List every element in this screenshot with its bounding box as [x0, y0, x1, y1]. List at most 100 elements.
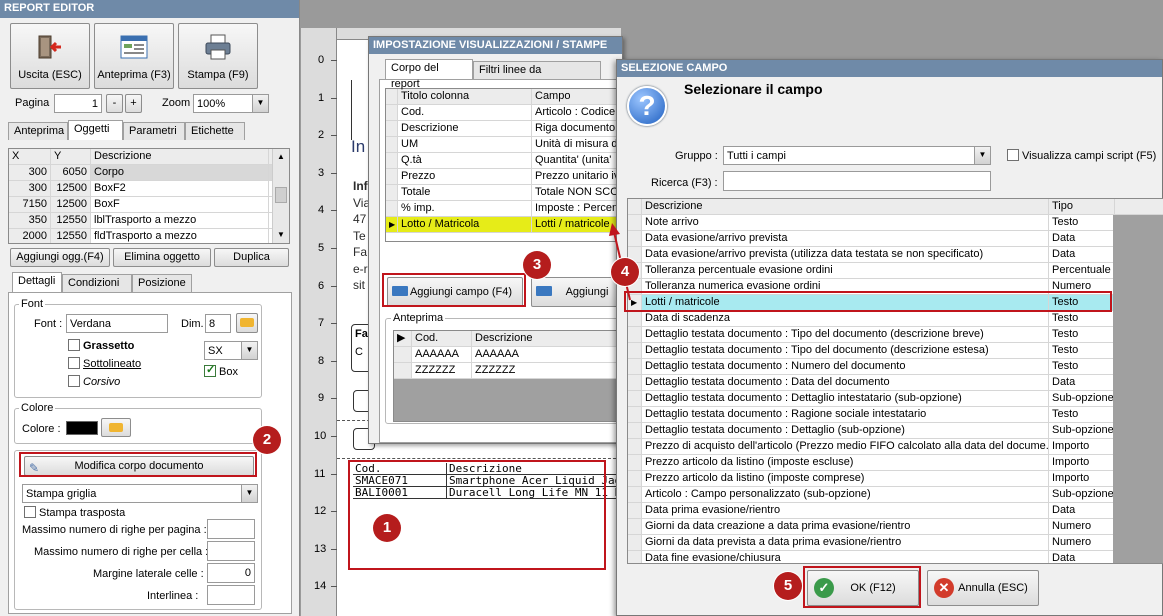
scroll-down-icon[interactable]: ▼	[273, 227, 289, 243]
table-row[interactable]: Descrizione Riga documento	[386, 121, 623, 137]
checkbox-box[interactable]	[68, 339, 80, 352]
table-row[interactable]: 300 12500 BoxF2	[9, 181, 289, 197]
font-name-input[interactable]: Verdana	[66, 314, 168, 333]
checkbox-box[interactable]	[1007, 149, 1019, 162]
row-indicator	[628, 375, 642, 390]
font-size-input[interactable]: 8	[205, 314, 231, 333]
ok-button[interactable]: ✓ OK (F12)	[807, 570, 919, 606]
table-row[interactable]: ▶ Lotti / matricole Testo	[628, 295, 1113, 311]
italic-checkbox[interactable]: Corsivo	[68, 375, 120, 388]
print-button[interactable]: Stampa (F9)	[178, 23, 258, 89]
tab-condizioni[interactable]: Condizioni	[62, 274, 132, 292]
duplicate-button[interactable]: Duplica	[214, 248, 289, 267]
chevron-down-icon[interactable]: ▼	[974, 147, 990, 164]
table-row[interactable]: Dettaglio testata documento : Tipo del d…	[628, 343, 1113, 359]
scroll-up-icon[interactable]: ▲	[273, 149, 289, 165]
max-rows-page-input[interactable]	[207, 519, 255, 539]
table-row[interactable]: Note arrivo Testo	[628, 215, 1113, 231]
bold-checkbox[interactable]: Grassetto	[68, 339, 134, 352]
chevron-down-icon[interactable]: ▼	[241, 485, 257, 502]
table-row[interactable]: BALI0001 Duracell Long Life MN 11 Batt	[353, 487, 641, 499]
color-picker-button[interactable]	[101, 418, 131, 437]
table-row[interactable]: ZZZZZZ ZZZZZZ	[394, 363, 623, 379]
tab-corpo-report[interactable]: Corpo del report	[385, 59, 473, 90]
exit-button[interactable]: Uscita (ESC)	[10, 23, 90, 89]
checkbox-box[interactable]	[24, 506, 36, 519]
table-row[interactable]: Dettaglio testata documento : Data del d…	[628, 375, 1113, 391]
table-row[interactable]: Data fine evasione/chiusura Data	[628, 551, 1113, 563]
checkbox-box[interactable]	[68, 357, 80, 370]
line-spacing-input[interactable]	[207, 585, 255, 605]
tab-dettagli[interactable]: Dettagli	[12, 272, 62, 292]
table-row[interactable]: Prezzo articolo da listino (imposte comp…	[628, 471, 1113, 487]
tab-parametri[interactable]: Parametri	[123, 122, 185, 140]
table-row[interactable]: ▶ Lotto / Matricola Lotti / matricole	[386, 217, 623, 233]
table-row[interactable]: Giorni da data prevista a data prima eva…	[628, 535, 1113, 551]
align-select[interactable]: SX ▼	[204, 341, 258, 360]
underline-checkbox[interactable]: Sottolineato	[68, 357, 141, 370]
table-row[interactable]: Prezzo Prezzo unitario iv	[386, 169, 623, 185]
scroll-thumb[interactable]	[275, 187, 287, 203]
table-row[interactable]: 300 6050 Corpo	[9, 165, 289, 181]
add-object-button[interactable]: Aggiungi ogg.(F4)	[10, 248, 110, 267]
table-row[interactable]: Data evasione/arrivo prevista Data	[628, 231, 1113, 247]
body-table[interactable]: Cod. Descrizione SMACE071 Smartphone Acer…	[353, 463, 641, 499]
table-row[interactable]: Dettaglio testata documento : Ragione so…	[628, 407, 1113, 423]
color-swatch[interactable]	[66, 421, 98, 435]
table-row[interactable]: Cod. Articolo : Codice	[386, 105, 623, 121]
table-row[interactable]: % imp. Imposte : Percen	[386, 201, 623, 217]
tab-anteprima[interactable]: Anteprima	[8, 122, 68, 140]
edit-body-button[interactable]: ✎ Modifica corpo documento	[24, 456, 254, 476]
table-row[interactable]: Totale Totale NON SCON	[386, 185, 623, 201]
table-row[interactable]: Articolo : Campo personalizzato (sub-opz…	[628, 487, 1113, 503]
script-fields-checkbox[interactable]: Visualizza campi script (F5)	[1007, 149, 1156, 162]
table-row[interactable]: UM Unità di misura d	[386, 137, 623, 153]
table-row[interactable]: Q.tà Quantita' (unita'	[386, 153, 623, 169]
search-input[interactable]	[723, 171, 991, 191]
table-row[interactable]: Dettaglio testata documento : Numero del…	[628, 359, 1113, 375]
chevron-down-icon[interactable]: ▼	[241, 342, 257, 359]
tab-filtri[interactable]: Filtri linee da visualizzare	[473, 61, 601, 92]
tab-oggetti[interactable]: Oggetti	[68, 120, 123, 140]
page-input[interactable]: 1	[54, 94, 102, 113]
ruler-number: 4	[318, 204, 325, 217]
page-plus-button[interactable]: +	[125, 94, 142, 113]
group-select[interactable]: Tutti i campi ▼	[723, 146, 991, 165]
box-checkbox[interactable]: ✓ Box	[204, 364, 238, 378]
table-row[interactable]: Dettaglio testata documento : Dettaglio …	[628, 423, 1113, 439]
print-mode-select[interactable]: Stampa griglia ▼	[22, 484, 258, 503]
table-row[interactable]: Tolleranza numerica evasione ordini Numer…	[628, 279, 1113, 295]
add-field-button[interactable]: Aggiungi campo (F4)	[387, 277, 523, 307]
table-row[interactable]: Data prima evasione/rientro Data	[628, 503, 1113, 519]
tab-etichette[interactable]: Etichette	[185, 122, 245, 140]
table-row[interactable]: 7150 12500 BoxF	[9, 197, 289, 213]
delete-object-button[interactable]: Elimina oggetto	[113, 248, 211, 267]
add-field-icon	[392, 286, 408, 296]
font-picker-button[interactable]	[236, 313, 258, 333]
table-row[interactable]: Data di scadenza Testo	[628, 311, 1113, 327]
cancel-button[interactable]: ✕ Annulla (ESC)	[927, 570, 1039, 606]
chevron-down-icon[interactable]: ▼	[252, 95, 268, 112]
table-row[interactable]: Dettaglio testata documento : Dettaglio …	[628, 391, 1113, 407]
table-row[interactable]: Prezzo articolo da listino (imposte escl…	[628, 455, 1113, 471]
preview-button[interactable]: Anteprima (F3)	[94, 23, 174, 89]
checkbox-checked[interactable]: ✓	[204, 364, 216, 378]
table-row[interactable]: 350 12550 lblTrasporto a mezzo	[9, 213, 289, 229]
table-cell: 12550	[51, 213, 91, 228]
table-row[interactable]: Tolleranza percentuale evasione ordini Pe…	[628, 263, 1113, 279]
zoom-label: Zoom	[162, 97, 191, 109]
vertical-scrollbar[interactable]: ▲ ▼	[272, 149, 289, 243]
table-row[interactable]: Data evasione/arrivo prevista (utilizza …	[628, 247, 1113, 263]
page-minus-button[interactable]: -	[106, 94, 123, 113]
zoom-select[interactable]: 100% ▼	[193, 94, 269, 113]
cell-margin-input[interactable]: 0	[207, 563, 255, 583]
table-row[interactable]: Giorni da data creazione a data prima ev…	[628, 519, 1113, 535]
table-row[interactable]: AAAAAA AAAAAA	[394, 347, 623, 363]
max-rows-cell-input[interactable]	[207, 541, 255, 561]
table-row[interactable]: Dettaglio testata documento : Tipo del d…	[628, 327, 1113, 343]
transposed-checkbox[interactable]: Stampa trasposta	[24, 506, 125, 519]
table-row[interactable]: 2000 12550 fldTrasporto a mezzo	[9, 229, 289, 243]
checkbox-box[interactable]	[68, 375, 80, 388]
table-row[interactable]: Prezzo di acquisto dell'articolo (Prezzo…	[628, 439, 1113, 455]
tab-posizione[interactable]: Posizione	[132, 274, 192, 292]
